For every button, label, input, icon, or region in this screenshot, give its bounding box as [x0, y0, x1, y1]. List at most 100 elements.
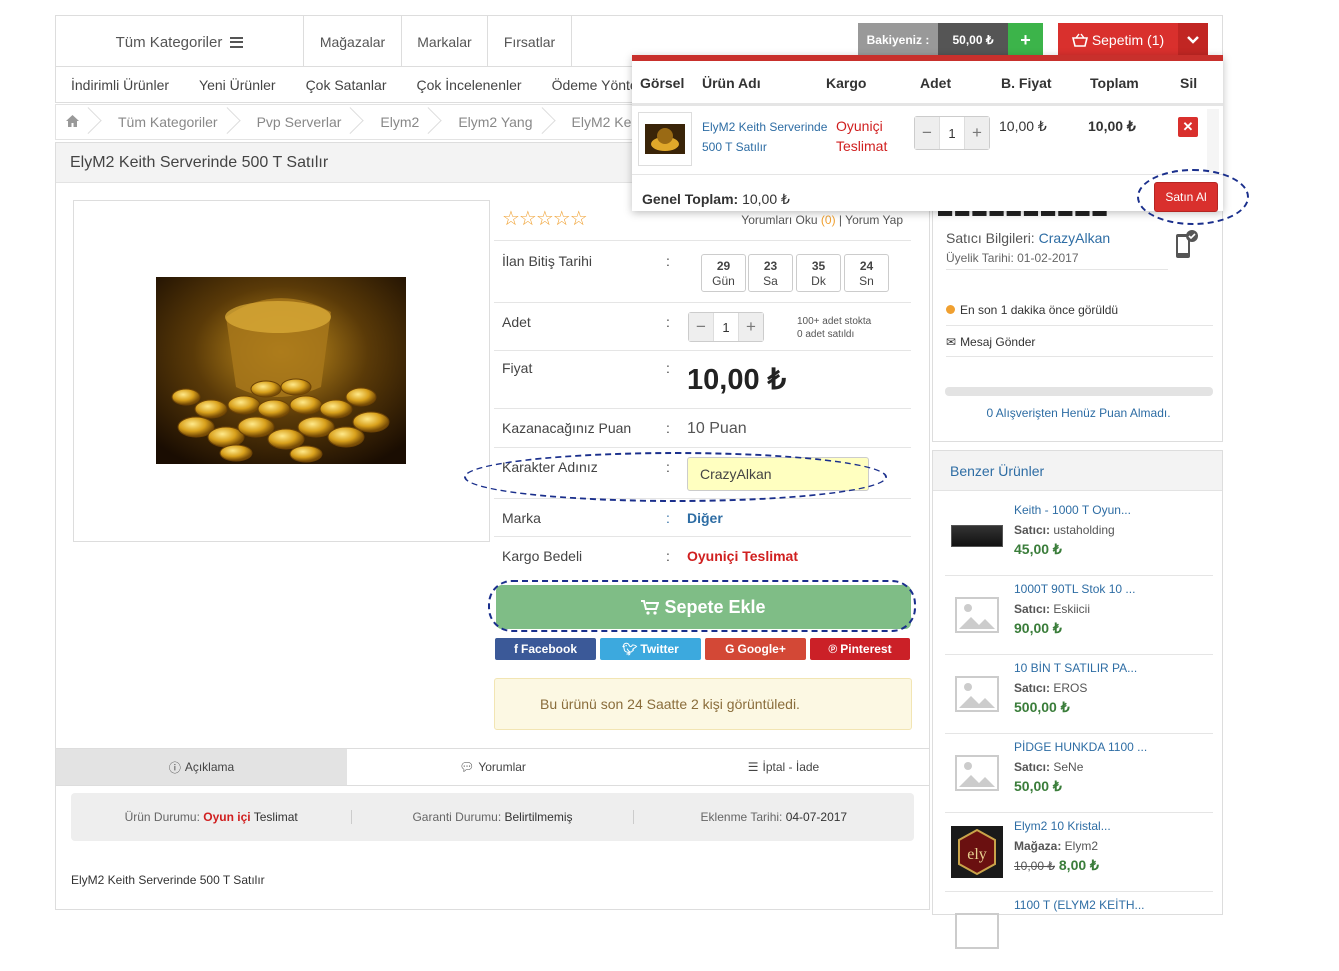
col-cargo: Kargo — [826, 75, 867, 91]
pinterest-icon: ℗ — [828, 642, 838, 656]
subnav-new[interactable]: Yeni Ürünler — [184, 77, 291, 93]
send-message-link[interactable]: ✉ Mesaj Gönder — [946, 327, 1213, 357]
product-description: ElyM2 Keith Serverinde 500 T Satılır — [71, 873, 265, 887]
pinterest-share-button[interactable]: ℗ Pinterest — [810, 638, 910, 660]
googleplus-share-button[interactable]: G Google+ — [705, 638, 806, 660]
add-balance-button[interactable]: + — [1008, 23, 1043, 57]
googleplus-icon: G — [725, 642, 735, 656]
highlight-ring — [488, 580, 916, 632]
quantity-input[interactable]: 1 — [939, 117, 965, 149]
col-unit-price: B. Fiyat — [1001, 75, 1052, 91]
product-thumbnail — [951, 510, 1003, 562]
tab-returns[interactable]: ☰ İptal - İade — [638, 749, 929, 785]
list-item[interactable]: 10 BİN T SATILIR PA... Satıcı: EROS 500,… — [945, 655, 1213, 734]
verified-phone-icon — [1176, 230, 1198, 258]
basket-icon — [1071, 33, 1088, 47]
stock-info: 100+ adet stokta 0 adet satıldı — [797, 316, 872, 340]
highlight-ring — [464, 452, 887, 502]
quantity-input[interactable]: 1 — [713, 313, 739, 341]
col-image: Görsel — [640, 75, 685, 91]
breadcrumb-item[interactable]: Elym2 Yang — [436, 114, 549, 130]
list-item[interactable]: PİDGE HUNKDA 1100 ... Satıcı: SeNe 50,00… — [945, 734, 1213, 813]
plus-button[interactable]: + — [965, 117, 989, 149]
points-row: Kazanacağınız Puan : 10 Puan — [494, 410, 911, 448]
shipping-row: Kargo Bedeli : Oyuniçi Teslimat — [494, 538, 911, 575]
delete-item-button[interactable]: ✕ — [1178, 117, 1198, 137]
countdown-seconds: 24 Sn — [844, 254, 889, 292]
tab-reviews[interactable]: 💬︎ Yorumlar — [347, 749, 638, 785]
minus-button[interactable]: − — [915, 117, 939, 149]
subnav-most-viewed[interactable]: Çok İncelenenler — [402, 77, 537, 93]
breadcrumb-item[interactable]: Pvp Serverlar — [235, 114, 359, 130]
divider — [632, 103, 1223, 106]
cart-item-price: 10,00 ₺ — [999, 118, 1047, 134]
image-placeholder-icon — [951, 668, 1003, 720]
subnav-bestsellers[interactable]: Çok Satanlar — [291, 77, 402, 93]
image-placeholder-icon — [951, 747, 1003, 799]
menu-icon — [230, 36, 244, 48]
product-price: 10,00 ₺ — [687, 364, 787, 396]
points-label: Kazanacağınız Puan — [502, 420, 632, 436]
list-item[interactable]: ely Elym2 10 Kristal... Mağaza: Elym2 10… — [945, 813, 1213, 892]
cart-popup: Görsel Ürün Adı Kargo Adet B. Fiyat Topl… — [632, 55, 1223, 212]
product-image-box[interactable] — [73, 200, 490, 542]
all-categories-menu[interactable]: Tüm Kategoriler — [56, 16, 304, 68]
seller-name-link[interactable]: CrazyAlkan — [1039, 230, 1111, 246]
seller-box: ▀▀▀▀▀▀▀▀▀▀ Satıcı Bilgileri: CrazyAlkan … — [932, 205, 1223, 442]
points-value: 10 Puan — [687, 420, 747, 437]
balance-label: Bakiyeniz : — [858, 23, 938, 57]
reviews-links: Yorumları Oku (0) | Yorum Yap — [741, 213, 903, 227]
tab-description[interactable]: ⓘ Açıklama — [56, 749, 347, 785]
twitter-share-button[interactable]: 🐦︎ Twitter — [600, 638, 701, 660]
points-progress-bar — [945, 387, 1213, 396]
warranty-status: Garanti Durumu: Belirtilmemiş — [352, 810, 634, 824]
image-placeholder-icon — [951, 905, 1003, 957]
product-tabs: ⓘ Açıklama 💬︎ Yorumlar ☰ İptal - İade — [56, 748, 929, 786]
similar-products: Benzer Ürünler Keith - 1000 T Oyun... Sa… — [932, 450, 1223, 949]
svg-text:ely: ely — [967, 846, 987, 863]
subnav-discounted[interactable]: İndirimli Ürünler — [56, 77, 184, 93]
list-icon: ☰ — [747, 760, 759, 774]
cart-item-name[interactable]: ElyM2 Keith Serverinde 500 T Satılır — [702, 117, 832, 157]
colon: : — [666, 360, 670, 376]
colon: : — [666, 314, 670, 330]
cart-dropdown-toggle[interactable] — [1178, 23, 1208, 57]
list-item[interactable]: 1000T 90TL Stok 10 ... Satıcı: Eskiicii … — [945, 576, 1213, 655]
member-since: Üyelik Tarihi: 01-02-2017 — [946, 251, 1168, 270]
cart-item-cargo: Oyuniçi Teslimat — [836, 118, 888, 154]
colon: : — [666, 510, 670, 526]
brand-link[interactable]: Diğer — [687, 510, 723, 526]
cart-button[interactable]: Sepetim (1) — [1058, 23, 1178, 57]
facebook-icon: f — [513, 642, 518, 656]
minus-button[interactable]: − — [689, 313, 713, 341]
countdown-minutes: 35 Dk — [796, 254, 841, 292]
list-item[interactable]: 1100 T (ELYM2 KEİTH... — [945, 892, 1213, 971]
cart-label: Sepetim (1) — [1091, 32, 1165, 48]
info-icon: ⓘ — [168, 760, 181, 775]
facebook-share-button[interactable]: f Facebook — [495, 638, 596, 660]
cart-quantity-stepper[interactable]: − 1 + — [914, 116, 990, 150]
nav-brands[interactable]: Markalar — [402, 16, 488, 68]
views-notice: Bu ürünü son 24 Saatte 2 kişi görüntüled… — [494, 678, 912, 730]
brand-row: Marka : Diğer — [494, 500, 911, 537]
breadcrumb-item[interactable]: Tüm Kategoriler — [96, 114, 235, 130]
nav-deals[interactable]: Fırsatlar — [488, 16, 572, 68]
quantity-stepper[interactable]: − 1 + — [688, 312, 764, 342]
quantity-label: Adet — [502, 314, 531, 330]
last-seen: En son 1 dakika önce görüldü — [946, 294, 1213, 326]
write-review-link[interactable]: Yorum Yap — [845, 213, 903, 227]
cart-scrollbar[interactable] — [1207, 109, 1219, 174]
all-categories-label: Tüm Kategoriler — [115, 33, 223, 51]
plus-button[interactable]: + — [739, 313, 763, 341]
home-icon[interactable] — [56, 114, 96, 130]
cart-item-thumbnail[interactable] — [638, 112, 692, 166]
colon: : — [666, 253, 670, 269]
nav-stores[interactable]: Mağazalar — [304, 16, 402, 68]
read-reviews-link[interactable]: Yorumları Oku — [741, 213, 817, 227]
breadcrumb-item[interactable]: Elym2 — [358, 114, 436, 130]
list-item[interactable]: Keith - 1000 T Oyun... Satıcı: ustaholdi… — [945, 497, 1213, 576]
colon: : — [666, 548, 670, 564]
star-rating[interactable]: ☆☆☆☆☆ — [502, 206, 588, 231]
end-date-label: İlan Bitiş Tarihi — [502, 253, 593, 269]
shipping-value: Oyuniçi Teslimat — [687, 548, 798, 564]
